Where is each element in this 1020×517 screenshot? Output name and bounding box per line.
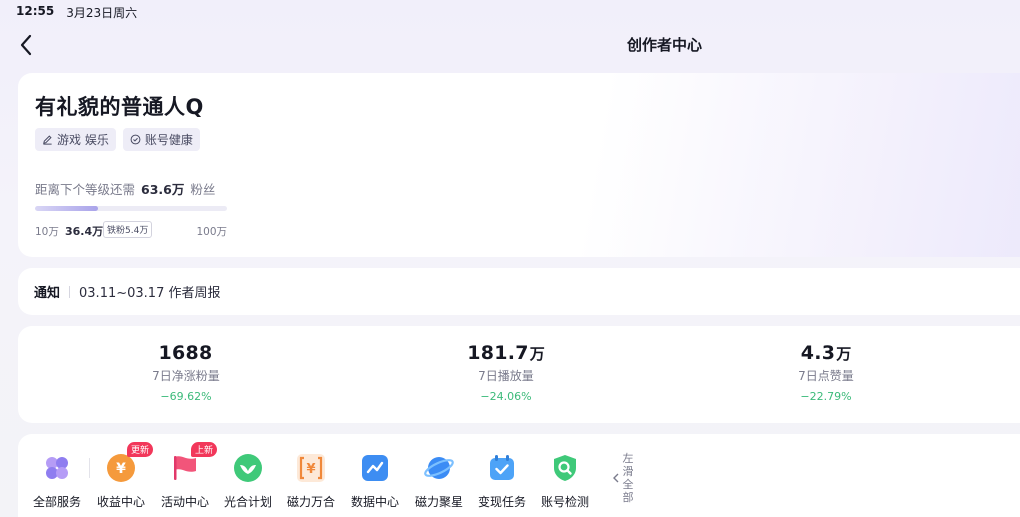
yuan-coin-icon: ¥ 更新 [105, 442, 154, 484]
svg-text:¥: ¥ [116, 461, 126, 477]
username: 有礼貌的普通人Q [35, 95, 204, 119]
stat-likes[interactable]: 4.3万 7日点赞量 −22.79% [751, 342, 901, 403]
page-title: 创作者中心 [627, 36, 703, 54]
service-label: 全部服务 [32, 495, 81, 509]
tag-category[interactable]: 游戏 娱乐 [35, 128, 116, 151]
stat-value: 1688 [158, 342, 213, 364]
service-wanhe[interactable]: ¥ 磁力万合 [279, 452, 343, 510]
level-progress-bar [35, 206, 227, 211]
level-progress-text: 距离下个等级还需 63.6万 粉丝 [35, 179, 215, 198]
service-photosynthesis[interactable]: 光合计划 [216, 452, 280, 510]
service-juxing[interactable]: 磁力聚星 [407, 452, 471, 510]
stat-change: −22.79% [800, 390, 852, 403]
stat-change: −69.62% [160, 390, 212, 403]
service-label: 数据中心 [350, 495, 399, 509]
stat-label: 7日播放量 [478, 369, 534, 383]
level-labels: 10万 36.4万 铁粉5.4万 100万 [35, 221, 227, 239]
flag-icon: 上新 [169, 442, 218, 484]
yuan-bracket-icon: ¥ [295, 452, 327, 484]
tag-account-health[interactable]: 账号健康 [122, 128, 200, 151]
level-progress-fill [35, 206, 99, 211]
stat-change: −24.06% [480, 390, 532, 403]
level-prefix: 距离下个等级还需 [35, 182, 136, 197]
notice-bar[interactable]: 通知 03.11~03.17 作者周报 [18, 268, 1020, 315]
service-label: 变现任务 [477, 495, 526, 509]
stat-fans[interactable]: 1688 7日净涨粉量 −69.62% [111, 342, 261, 403]
service-activity[interactable]: 上新 活动中心 [153, 442, 218, 510]
notice-divider [69, 285, 71, 298]
profile-tags: 游戏 娱乐 账号健康 [35, 128, 200, 151]
chevron-left-small-icon [613, 473, 619, 483]
service-label: 光合计划 [223, 495, 272, 509]
stats-card: 1688 7日净涨粉量 −69.62% 181.7万 7日播放量 −24.06%… [18, 326, 1020, 423]
slide-for-all[interactable]: 左滑全部 [612, 452, 634, 504]
planet-icon [423, 452, 455, 484]
grid-flower-icon [41, 452, 73, 484]
badge-new: 上新 [191, 442, 218, 457]
chart-line-icon [359, 452, 391, 484]
tag-category-label: 游戏 娱乐 [57, 133, 109, 147]
fans-badge: 铁粉5.4万 [103, 221, 153, 238]
service-label: 磁力万合 [286, 495, 335, 509]
back-button[interactable] [16, 32, 38, 58]
stat-label: 7日点赞量 [798, 369, 854, 383]
service-income[interactable]: ¥ 更新 收益中心 [89, 442, 154, 510]
stat-value: 181.7 [467, 342, 529, 364]
badge-update: 更新 [127, 442, 154, 457]
level-value: 63.6万 [141, 182, 185, 197]
leaf-icon [232, 452, 264, 484]
stat-unit: 万 [836, 345, 852, 363]
service-tasks[interactable]: 变现任务 [470, 452, 534, 510]
calendar-check-icon [486, 452, 518, 484]
stat-unit: 万 [529, 345, 545, 363]
level-suffix: 粉丝 [190, 182, 216, 197]
service-label: 账号检测 [540, 495, 589, 509]
slide-hint-text: 左滑全部 [622, 452, 634, 504]
service-account-check[interactable]: 账号检测 [533, 452, 597, 510]
notice-label: 通知 [34, 286, 61, 301]
stat-value: 4.3 [800, 342, 836, 364]
stat-label: 7日净涨粉量 [152, 369, 220, 383]
status-bar: 12:55 3月23日周六 [16, 4, 137, 21]
level-end: 100万 [196, 226, 227, 238]
status-date: 3月23日周六 [66, 6, 138, 20]
notice-text: 03.11~03.17 作者周报 [79, 286, 221, 301]
service-all[interactable]: 全部服务 [25, 452, 89, 510]
level-current: 36.4万 [65, 225, 104, 238]
status-time: 12:55 [16, 4, 55, 18]
service-data[interactable]: 数据中心 [343, 452, 407, 510]
profile-card[interactable]: 有礼貌的普通人Q 游戏 娱乐 账号健康 距离下个等级还需 63.6万 粉丝 10… [18, 73, 1020, 257]
stat-plays[interactable]: 181.7万 7日播放量 −24.06% [431, 342, 581, 403]
service-label: 活动中心 [160, 495, 209, 509]
chevron-left-icon [20, 34, 32, 56]
services-bar: 全部服务 ¥ 更新 收益中心 上新 活动中心 光合计划 ¥ 磁力万合 数据中心 … [18, 434, 1020, 517]
check-circle-icon [130, 134, 141, 145]
svg-text:¥: ¥ [306, 462, 315, 477]
edit-icon [43, 135, 52, 145]
nav-bar: 创作者中心 [0, 30, 1020, 60]
level-start: 10万 [35, 226, 59, 238]
shield-search-icon [549, 452, 581, 484]
service-label: 磁力聚星 [414, 495, 463, 509]
tag-account-health-label: 账号健康 [144, 133, 193, 147]
service-label: 收益中心 [96, 495, 145, 509]
